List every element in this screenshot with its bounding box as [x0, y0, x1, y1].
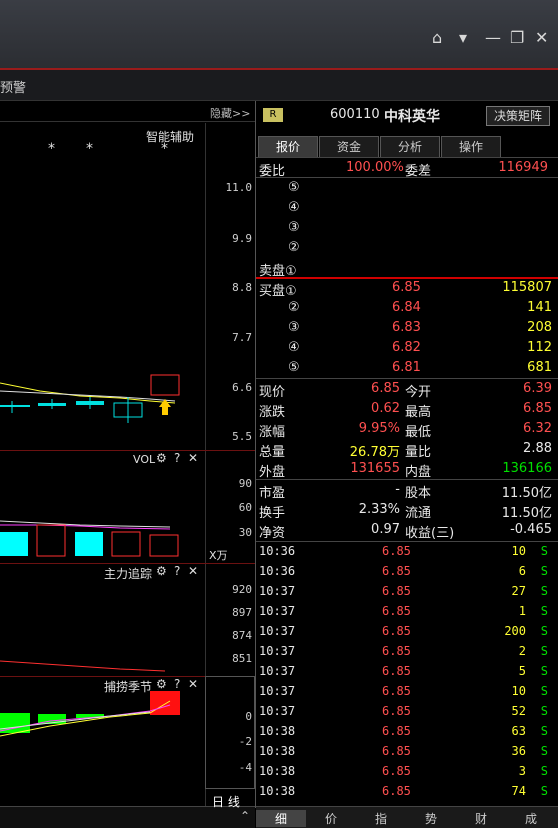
- vol-axis-tick: 60: [238, 501, 252, 514]
- close-icon[interactable]: ✕: [535, 28, 548, 47]
- stat-row: 外盘 131655 内盘 136166: [259, 461, 552, 480]
- buy-level-2[interactable]: ② 6.84 141: [256, 298, 558, 318]
- tab-quote[interactable]: 报价: [258, 136, 318, 157]
- signal-star: *: [86, 141, 93, 157]
- hide-toggle[interactable]: 隐藏>>: [210, 105, 250, 121]
- settings-icon[interactable]: ⚙: [156, 451, 167, 465]
- tab-index[interactable]: 指: [356, 810, 406, 827]
- stat-row: 总量 26.78万 量比 2.88: [259, 441, 552, 460]
- buy-level-5[interactable]: ⑤ 6.81 681: [256, 358, 558, 378]
- tab-volume[interactable]: 成: [506, 810, 556, 827]
- help-icon[interactable]: ?: [174, 677, 180, 691]
- dropdown-icon[interactable]: ▾: [459, 28, 467, 47]
- vol-axis-tick: 30: [238, 526, 252, 539]
- quote-panel: R 600110 中科英华 决策矩阵 报价 资金 分析 操作 委比 100.00…: [256, 101, 558, 808]
- tab-price[interactable]: 价: [306, 810, 356, 827]
- main-axis-tick: 897: [232, 606, 252, 619]
- main-axis-tick: 851: [232, 652, 252, 665]
- main-force-title: 主力追踪: [104, 567, 153, 581]
- webi-row: 委比 100.00% 委差 116949: [259, 160, 548, 179]
- trade-row: 10:37 6.85 1 S: [259, 604, 548, 618]
- buy-level-4[interactable]: ④ 6.82 112: [256, 338, 558, 358]
- buy-level-1[interactable]: 买盘① 6.85 115807: [256, 278, 558, 299]
- stat-row: 涨跌 0.62 最高 6.85: [259, 401, 552, 420]
- buy-level-3[interactable]: ③ 6.83 208: [256, 318, 558, 338]
- price-axis-tick: 9.9: [232, 232, 252, 245]
- close-icon[interactable]: ✕: [188, 677, 198, 691]
- stock-code: 600110: [330, 107, 380, 122]
- trade-row: 10:37 6.85 5 S: [259, 664, 548, 678]
- help-icon[interactable]: ?: [174, 564, 180, 578]
- settings-icon[interactable]: ⚙: [156, 677, 167, 691]
- trade-row: 10:38 6.85 63 S: [259, 724, 548, 738]
- stat2-row: 净资 0.97 收益(三) -0.465: [259, 522, 552, 541]
- main-force-line: [0, 660, 166, 672]
- minimize-icon[interactable]: —: [485, 28, 501, 47]
- smart-assist-label[interactable]: 智能辅助: [146, 128, 194, 145]
- help-icon[interactable]: ?: [174, 451, 180, 465]
- tab-operation[interactable]: 操作: [441, 136, 501, 157]
- trade-row: 10:38 6.85 74 S: [259, 784, 548, 798]
- price-axis-tick: 7.7: [232, 331, 252, 344]
- stat-row: 涨幅 9.95% 最低 6.32: [259, 421, 552, 440]
- chart-footer: 日 线 ⌃: [0, 795, 255, 828]
- stat-row: 现价 6.85 今开 6.39: [259, 381, 552, 400]
- sell-level-5[interactable]: ⑤: [256, 178, 558, 198]
- trade-row: 10:36 6.85 10 S: [259, 544, 548, 558]
- window-titlebar: ⌂ ▾ — ❐ ✕: [0, 0, 558, 70]
- main-axis-tick: 920: [232, 583, 252, 596]
- price-axis-tick: 6.6: [232, 381, 252, 394]
- sell-level-3[interactable]: ③: [256, 218, 558, 238]
- tab-analysis[interactable]: 分析: [380, 136, 440, 157]
- price-candles: [0, 374, 180, 423]
- sell-level-2[interactable]: ②: [256, 238, 558, 258]
- kline-chart-pane[interactable]: 隐藏>> 智能辅助 * * * 11.0 9.9 8.8 7.7 6.6 5.5…: [0, 101, 256, 808]
- home-icon[interactable]: ⌂: [432, 28, 442, 47]
- price-axis-tick: 11.0: [225, 181, 253, 194]
- collapse-icon[interactable]: ⌃: [240, 809, 250, 823]
- tab-detail[interactable]: 细: [256, 810, 306, 827]
- r-badge: R: [263, 108, 283, 122]
- period-label[interactable]: 日 线: [212, 793, 240, 810]
- vol-axis-tick: 90: [238, 477, 252, 490]
- stat2-row: 换手 2.33% 流通 11.50亿: [259, 502, 552, 521]
- trade-row: 10:38 6.85 36 S: [259, 744, 548, 758]
- volume-bars: [0, 520, 179, 557]
- trade-row: 10:37 6.85 52 S: [259, 704, 548, 718]
- signal-star: *: [161, 141, 168, 157]
- tab-funds[interactable]: 资金: [319, 136, 379, 157]
- detail-tabs: 细 价 指 势 财 成: [256, 806, 558, 828]
- stock-name: 中科英华: [384, 109, 440, 125]
- close-icon[interactable]: ✕: [188, 564, 198, 578]
- settings-icon[interactable]: ⚙: [156, 564, 167, 578]
- trade-row: 10:37 6.85 27 S: [259, 584, 548, 598]
- trade-row: 10:37 6.85 2 S: [259, 644, 548, 658]
- trade-row: 10:37 6.85 10 S: [259, 684, 548, 698]
- vol-unit-label: X万: [209, 549, 228, 562]
- price-axis-tick: 5.5: [232, 430, 252, 443]
- trade-row: 10:37 6.85 200 S: [259, 624, 548, 638]
- main-axis-tick: 874: [232, 629, 252, 642]
- trade-row: 10:38 6.85 3 S: [259, 764, 548, 778]
- sell-level-4[interactable]: ④: [256, 198, 558, 218]
- season-bars: [0, 691, 180, 737]
- signal-star: *: [48, 141, 55, 157]
- tab-finance[interactable]: 财: [456, 810, 506, 827]
- trade-row: 10:36 6.85 6 S: [259, 564, 548, 578]
- price-axis-tick: 8.8: [232, 281, 252, 294]
- tick-trades-list[interactable]: 10:36 6.85 10 S 10:36 6.85 6 S 10:37 6.85 27 S 10:37…: [256, 542, 558, 804]
- stat2-row: 市盈 - 股本 11.50亿: [259, 482, 552, 501]
- vol-title: VOL: [133, 453, 156, 466]
- close-icon[interactable]: ✕: [188, 451, 198, 465]
- menu-item-alert[interactable]: 预警: [0, 77, 26, 96]
- decision-matrix-button[interactable]: 决策矩阵: [486, 106, 550, 126]
- restore-icon[interactable]: ❐: [510, 28, 524, 47]
- sell-level-1[interactable]: 卖盘①: [256, 258, 558, 279]
- menu-bar: 预警: [0, 70, 558, 101]
- tab-trend[interactable]: 势: [406, 810, 456, 827]
